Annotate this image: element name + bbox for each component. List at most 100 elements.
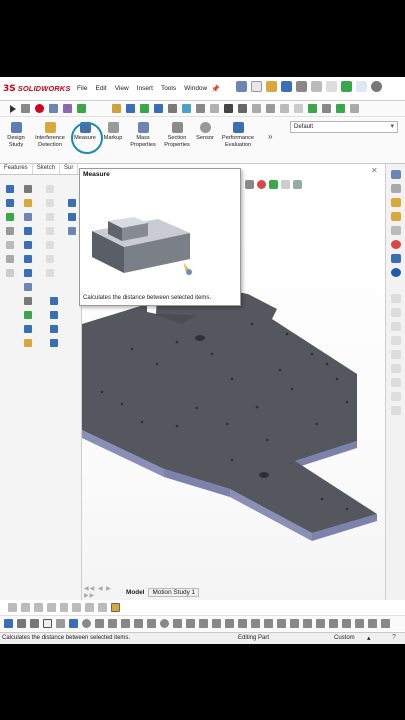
- select-arrow-icon[interactable]: [326, 81, 337, 92]
- arrow-icon[interactable]: [294, 104, 303, 113]
- tool-icon-31[interactable]: [68, 199, 76, 207]
- pane-tool-icon-6[interactable]: [391, 364, 401, 373]
- draft-icon[interactable]: [168, 104, 177, 113]
- exit-sketch-icon[interactable]: [355, 619, 364, 628]
- custom-properties-icon[interactable]: [391, 254, 401, 263]
- chamfer-icon[interactable]: [186, 619, 195, 628]
- pane-tool-icon-9[interactable]: [391, 406, 401, 415]
- home-icon[interactable]: [236, 81, 247, 92]
- appearance-icon[interactable]: [281, 180, 290, 189]
- tool-icon-24[interactable]: [46, 241, 54, 249]
- home-pane-icon[interactable]: [391, 170, 401, 179]
- lower-tool-icon-1[interactable]: [8, 602, 17, 612]
- tab-surfaces[interactable]: Sur: [60, 163, 79, 174]
- arc-icon[interactable]: [30, 619, 39, 628]
- units-select[interactable]: Custom: [334, 635, 355, 641]
- tool-icon-16[interactable]: [24, 297, 32, 305]
- file-explorer-icon[interactable]: [391, 212, 401, 221]
- configuration-select[interactable]: Default: [290, 121, 398, 133]
- tool-icon-20[interactable]: [46, 185, 54, 193]
- menu-view[interactable]: View: [115, 85, 129, 92]
- print-icon[interactable]: [296, 81, 307, 92]
- layers-icon[interactable]: [280, 104, 289, 113]
- tools-icon[interactable]: [112, 104, 121, 113]
- check-mark-icon[interactable]: [308, 104, 317, 113]
- macro-icon[interactable]: [49, 104, 58, 113]
- slot-icon[interactable]: [121, 619, 130, 628]
- lower-tool-icon-8[interactable]: [98, 602, 108, 612]
- help-icon[interactable]: ?: [392, 634, 396, 641]
- lower-tool-icon-9[interactable]: [111, 602, 121, 612]
- tool-icon-27[interactable]: [50, 297, 58, 305]
- sensor-command[interactable]: Sensor: [193, 122, 217, 142]
- tool-icon-3[interactable]: [6, 199, 14, 207]
- tool-icon-2[interactable]: [24, 185, 32, 193]
- performance-evaluation-command[interactable]: Performance Evaluation: [218, 122, 258, 149]
- pane-tool-icon-8[interactable]: [391, 392, 401, 401]
- tool-icon-15[interactable]: [24, 283, 32, 291]
- tab-features[interactable]: Features: [0, 163, 33, 174]
- tool-icon-21[interactable]: [46, 199, 54, 207]
- compare-icon[interactable]: [140, 104, 149, 113]
- macro-new-icon[interactable]: [77, 104, 86, 113]
- sketch-tools-icon[interactable]: [126, 104, 135, 113]
- new-document-icon[interactable]: [251, 81, 262, 92]
- units-dropdown-icon[interactable]: ▴: [367, 634, 371, 642]
- text-icon[interactable]: [199, 619, 208, 628]
- play-icon[interactable]: [10, 104, 16, 113]
- snap-icon[interactable]: [4, 619, 13, 628]
- equations-icon[interactable]: [238, 104, 247, 113]
- flag-icon[interactable]: [336, 104, 345, 113]
- stop-icon[interactable]: [21, 104, 30, 113]
- dimension-icon[interactable]: [303, 619, 312, 628]
- tool-icon-9[interactable]: [6, 241, 14, 249]
- menu-file[interactable]: File: [77, 85, 87, 92]
- menu-edit[interactable]: Edit: [95, 85, 106, 92]
- lower-tool-icon-2[interactable]: [20, 602, 30, 612]
- offset-icon[interactable]: [238, 619, 247, 628]
- tool-icon-29[interactable]: [50, 325, 58, 333]
- check-icon[interactable]: [154, 104, 163, 113]
- tool-icon-10[interactable]: [24, 241, 32, 249]
- macro-edit-icon[interactable]: [63, 104, 72, 113]
- undercut-icon[interactable]: [182, 104, 191, 113]
- select-icon[interactable]: [43, 619, 52, 628]
- menu-window[interactable]: Window: [184, 85, 207, 92]
- tool-icon-25[interactable]: [46, 255, 54, 263]
- polygon-icon[interactable]: [134, 619, 143, 628]
- sum-icon[interactable]: [224, 104, 233, 113]
- tool-icon-17[interactable]: [24, 311, 32, 319]
- parting-icon[interactable]: [196, 104, 205, 113]
- fillet-icon[interactable]: [173, 619, 182, 628]
- tool-icon-14[interactable]: [24, 269, 32, 277]
- table-icon[interactable]: [252, 104, 261, 113]
- plugin-icon[interactable]: [322, 104, 331, 113]
- view-orientation-icon[interactable]: [245, 180, 254, 189]
- pane-tool-icon-1[interactable]: [391, 294, 401, 303]
- tool-icon-33[interactable]: [68, 227, 76, 235]
- rapid-sketch-icon[interactable]: [342, 619, 351, 628]
- tool-icon-13[interactable]: [6, 269, 14, 277]
- trim-icon[interactable]: [212, 619, 221, 628]
- pane-tool-icon-3[interactable]: [391, 322, 401, 331]
- tool-icon-5[interactable]: [6, 213, 14, 221]
- thickness-icon[interactable]: [210, 104, 219, 113]
- move-icon[interactable]: [277, 619, 286, 628]
- spline-icon[interactable]: [147, 619, 156, 628]
- solidworks-forum-icon[interactable]: [391, 268, 401, 277]
- tool-icon-7[interactable]: [6, 227, 14, 235]
- sketch-dropdown-icon[interactable]: [56, 619, 65, 628]
- undo-icon[interactable]: [311, 81, 322, 92]
- tool-icon-6[interactable]: [24, 213, 32, 221]
- repair-icon[interactable]: [316, 619, 325, 628]
- circle-icon[interactable]: [82, 619, 91, 628]
- pin-icon[interactable]: 📌: [211, 85, 220, 93]
- pane-tool-icon-5[interactable]: [391, 350, 401, 359]
- menu-tools[interactable]: Tools: [161, 85, 176, 92]
- lower-tool-icon-3[interactable]: [33, 602, 43, 612]
- tool-icon-32[interactable]: [68, 213, 76, 221]
- file-properties-icon[interactable]: [356, 81, 367, 92]
- grid-icon[interactable]: [266, 104, 275, 113]
- tool-icon-11[interactable]: [6, 255, 14, 263]
- lower-tool-icon-6[interactable]: [72, 602, 82, 612]
